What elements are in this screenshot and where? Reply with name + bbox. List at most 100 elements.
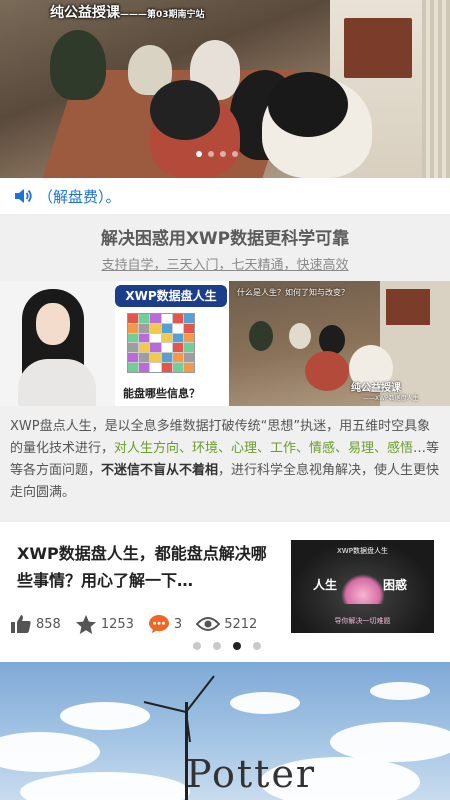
promo-title: 解决困惑用XWP数据更科学可靠: [100, 229, 350, 249]
top-photo-banner[interactable]: 纯公益授课———第03期南宁站: [0, 0, 450, 178]
thumb-bottom-text: 导你解决一切难题: [334, 617, 391, 625]
grid-cell: [183, 323, 194, 333]
promo-banner[interactable]: XWP数据盘人生 能盘哪些信息？ 什么是人生？如何了知与改变？ 纯公益授课 ——…: [0, 281, 450, 406]
article-headline[interactable]: XWP数据盘人生，都能盘点解决哪些事情？用心了解一下…: [17, 540, 279, 594]
grid-cell: [150, 314, 161, 323]
grid-cell: [139, 333, 150, 343]
xwp-panel: XWP数据盘人生 能盘哪些信息？: [115, 281, 227, 406]
cloud: [330, 722, 450, 762]
pager-dot[interactable]: [220, 151, 226, 157]
pager-dot[interactable]: [193, 642, 201, 650]
grid-cell: [128, 314, 139, 323]
sky-banner-text: Potter: [186, 752, 317, 796]
grid-cell: [150, 323, 161, 333]
grid-cell: [139, 323, 150, 333]
grid-cell: [128, 333, 139, 343]
grid-cell: [128, 353, 139, 363]
like-stat[interactable]: 858: [10, 614, 61, 634]
photo-caption: 纯公益授课———第03期南宁站: [50, 2, 205, 22]
grid-cell: [128, 343, 139, 353]
grid-cell: [161, 363, 172, 372]
favorite-count: 1253: [100, 616, 134, 632]
wind-turbine-icon: [143, 675, 215, 742]
grid-cell: [128, 323, 139, 333]
comment-icon[interactable]: [148, 614, 170, 634]
portrait-face: [36, 303, 70, 345]
pager-dot[interactable]: [232, 151, 238, 157]
photo-person: [50, 30, 106, 100]
comment-stat[interactable]: 3: [148, 614, 182, 634]
grid-cell: [172, 333, 183, 343]
top-banner-pager: [196, 151, 238, 157]
pager-dot[interactable]: [196, 151, 202, 157]
photo-person: [150, 80, 220, 140]
meeting-person: [305, 351, 349, 391]
thumb-top-text: XWP数据盘人生: [337, 547, 388, 555]
grid-cell: [150, 353, 161, 363]
grid-cell: [161, 353, 172, 363]
speaker-icon[interactable]: [14, 187, 34, 205]
grid-cell: [139, 363, 150, 372]
photo-cabinet: [344, 18, 412, 78]
view-count: 5212: [224, 616, 258, 632]
article-pager: [193, 642, 261, 650]
article-card[interactable]: XWP数据盘人生，都能盘点解决哪些事情？用心了解一下… XWP数据盘人生 人生 …: [0, 522, 450, 662]
promo-description: XWP盘点人生，是以全息多维数据打破传统“思想”执迷，用五维时空具象的量化技术进…: [10, 416, 440, 504]
sky-banner-image[interactable]: Potter: [0, 662, 450, 800]
grid-cell: [150, 333, 161, 343]
cloud: [0, 732, 100, 772]
grid-cell: [183, 363, 194, 372]
grid-cell: [161, 333, 172, 343]
promo-subtitle[interactable]: 支持自学，三天入门，七天精通，快速高效: [0, 254, 450, 273]
lotus-image: [341, 574, 385, 604]
eye-icon: [196, 617, 221, 631]
grid-cell: [139, 353, 150, 363]
article-stats: 858 1253 3 5212: [10, 612, 271, 636]
photo-person: [268, 72, 348, 137]
grid-cell: [183, 333, 194, 343]
grid-cell: [183, 314, 194, 323]
comment-count: 3: [173, 616, 183, 632]
thumbs-up-icon[interactable]: [10, 614, 32, 634]
grid-cell: [161, 314, 172, 323]
grid-cell: [139, 343, 150, 353]
grid-cell: [172, 323, 183, 333]
star-icon[interactable]: [75, 614, 97, 635]
cloud: [370, 682, 430, 700]
xwp-title: XWP数据盘人生: [115, 285, 227, 307]
desc-bold: 不迷信不盲从不着相: [101, 463, 219, 478]
grid-cell: [150, 363, 161, 372]
thumb-left-text: 人生: [313, 578, 338, 592]
grid-cell: [161, 343, 172, 353]
xwp-grid-image: [127, 313, 195, 373]
pager-dot[interactable]: [208, 151, 214, 157]
pager-dot[interactable]: [213, 642, 221, 650]
grid-cell: [172, 314, 183, 323]
grid-cell: [139, 314, 150, 323]
grid-cell: [183, 343, 194, 353]
meeting-person: [249, 321, 273, 351]
promo-card[interactable]: 解决困惑用XWP数据更科学可靠 支持自学，三天入门，七天精通，快速高效 XWP数…: [0, 214, 450, 522]
audio-line[interactable]: （解盘费）。: [0, 178, 450, 214]
portrait-image: [0, 281, 115, 406]
grid-cell: [172, 343, 183, 353]
meeting-caption: 纯公益授课: [351, 383, 401, 394]
like-count: 858: [36, 616, 61, 632]
grid-cell: [172, 363, 183, 372]
article-thumbnail[interactable]: XWP数据盘人生 人生 困惑 导你解决一切难题: [291, 540, 434, 633]
meeting-person: [289, 323, 311, 349]
audio-text: （解盘费）。: [38, 187, 121, 206]
pager-dot[interactable]: [233, 642, 241, 650]
grid-cell: [128, 363, 139, 372]
cloud: [20, 772, 190, 800]
cloud: [230, 692, 300, 714]
favorite-stat[interactable]: 1253: [75, 614, 134, 635]
cloud: [60, 702, 150, 730]
view-stat: 5212: [196, 616, 257, 632]
photo-caption-sub: ———第03期南宁站: [120, 10, 205, 20]
meeting-question: 什么是人生？如何了知与改变？: [237, 288, 349, 297]
desc-highlight: 对人生方向、环境、心理、工作、情感、易理、感悟: [114, 441, 414, 456]
thumb-right-text: 困惑: [383, 578, 408, 592]
pager-dot[interactable]: [253, 642, 261, 650]
grid-cell: [161, 323, 172, 333]
